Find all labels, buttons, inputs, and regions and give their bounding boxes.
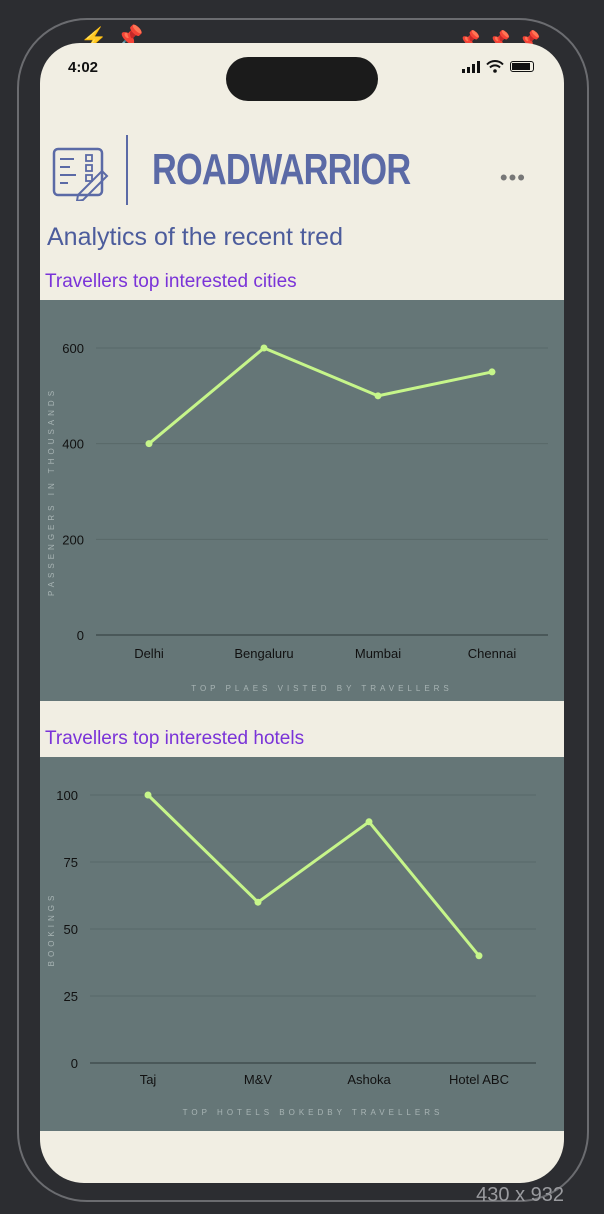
app-screen-bottom xyxy=(40,1131,564,1183)
data-point xyxy=(488,368,496,376)
data-point xyxy=(475,952,483,960)
x-tick-label: Taj xyxy=(140,1072,157,1087)
app-logo-text: ROADWARRIOR xyxy=(152,145,411,194)
hotels-line-chart: 0 25 50 75 100 Taj M&V Ashoka Hotel ABC TOP HOTEL… xyxy=(47,788,536,1117)
series-line xyxy=(146,793,481,957)
x-tick-label: Chennai xyxy=(468,646,517,661)
y-tick-label: 200 xyxy=(62,532,84,547)
signal-icon xyxy=(462,60,480,73)
logo-divider xyxy=(126,135,128,205)
status-icons xyxy=(462,60,534,73)
status-time: 4:02 xyxy=(68,59,99,76)
data-point xyxy=(365,818,373,826)
hotels-section-title: Travellers top interested hotels xyxy=(45,728,305,749)
x-tick-label: M&V xyxy=(244,1072,273,1087)
x-tick-label: Mumbai xyxy=(355,646,401,661)
wifi-icon xyxy=(486,60,504,73)
y-axis-title: PASSENGERS IN THOUSANDS xyxy=(47,387,56,596)
hotels-chart: 0 25 50 75 100 Taj M&V Ashoka Hotel ABC TOP HOTEL… xyxy=(40,757,564,1131)
data-point xyxy=(145,440,153,448)
y-tick-label: 100 xyxy=(56,788,78,803)
y-tick-label: 0 xyxy=(71,1056,78,1071)
y-tick-label: 50 xyxy=(64,922,78,937)
map-planner-icon xyxy=(52,147,109,201)
x-tick-label: Delhi xyxy=(134,646,164,661)
data-point xyxy=(144,791,152,799)
data-point xyxy=(260,344,268,352)
y-tick-label: 400 xyxy=(62,437,84,452)
series-line xyxy=(148,346,493,445)
dynamic-island xyxy=(226,57,378,101)
y-tick-label: 25 xyxy=(64,989,78,1004)
x-axis-title: TOP PLAES VISTED BY TRAVELLERS xyxy=(191,684,453,693)
x-tick-label: Hotel ABC xyxy=(449,1072,509,1087)
cities-line-chart: 0 200 400 600 Delhi Bengaluru Mumbai Chennai TOP… xyxy=(47,341,548,693)
y-axis-title: BOOKINGS xyxy=(47,892,56,967)
y-tick-label: 75 xyxy=(64,855,78,870)
x-tick-label: Ashoka xyxy=(347,1072,391,1087)
y-tick-label: 600 xyxy=(62,341,84,356)
y-tick-label: 0 xyxy=(77,628,84,643)
app-header: ROADWARRIOR ••• xyxy=(50,133,554,213)
app-screen: 4:02 ROADWARRIOR ••• Analytics of the re… xyxy=(40,43,564,1131)
data-point xyxy=(374,392,382,400)
cities-chart: 0 200 400 600 Delhi Bengaluru Mumbai Chennai TOP… xyxy=(40,300,564,701)
cities-section-title: Travellers top interested cities xyxy=(45,271,297,292)
x-tick-label: Bengaluru xyxy=(234,646,293,661)
more-options-icon[interactable]: ••• xyxy=(500,165,526,191)
page-title: Analytics of the recent tred xyxy=(47,223,343,251)
x-axis-title: TOP HOTELS BOKEDBY TRAVELLERS xyxy=(183,1108,444,1117)
battery-icon xyxy=(510,61,534,72)
device-dimensions: 430 x 932 xyxy=(476,1184,564,1206)
data-point xyxy=(254,898,262,906)
